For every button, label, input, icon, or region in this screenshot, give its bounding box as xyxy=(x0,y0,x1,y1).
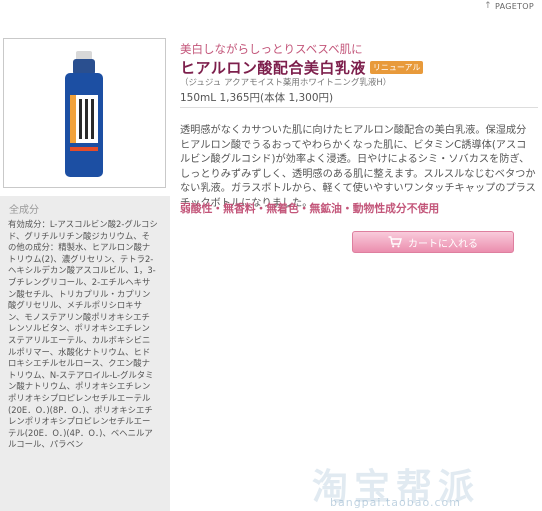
ingredients-title: 全成分 xyxy=(9,205,39,216)
add-to-cart-button[interactable]: カートに入れる xyxy=(352,231,514,253)
product-title-row: ヒアルロン酸配合美白乳液 リニューアル xyxy=(180,57,424,78)
divider xyxy=(180,107,538,108)
ingredients-text: 有効成分：L-アスコルビン酸2-グルコシド、グリチルリチン酸ジカリウム、その他の… xyxy=(8,219,158,450)
ingredients-panel: 全成分 有効成分：L-アスコルビン酸2-グルコシド、グリチルリチン酸ジカリウム、… xyxy=(0,196,170,511)
lotion-bottle-icon xyxy=(65,51,103,177)
arrow-up-icon: ↑ xyxy=(484,1,492,11)
renewal-badge: リニューアル xyxy=(369,61,424,74)
add-to-cart-label: カートに入れる xyxy=(408,238,478,250)
pagetop-link[interactable]: ↑ PAGETOP xyxy=(484,1,534,11)
product-price: 150mL 1,365円(本体 1,300円) xyxy=(180,92,334,104)
product-subtitle: （ジュジュ アクアモイスト薬用ホワイトニング乳液H） xyxy=(180,78,392,88)
product-image-frame xyxy=(3,38,166,188)
product-features: 弱酸性・無香料・無着色・無鉱油・動物性成分不使用 xyxy=(180,202,440,215)
product-description: 透明感がなくカサついた肌に向けたヒアルロン酸配合の美白乳液。保湿成分ヒアルロン酸… xyxy=(180,125,536,209)
product-title: ヒアルロン酸配合美白乳液 xyxy=(180,59,366,77)
cart-icon xyxy=(388,236,402,248)
watermark-url: bangpai.taobao.com xyxy=(330,496,461,509)
watermark: 淘宝帮派 bangpai.taobao.com xyxy=(312,458,540,510)
catch-copy: 美白しながらしっとりスベスベ肌に xyxy=(180,42,363,56)
pagetop-label: PAGETOP xyxy=(494,1,534,11)
